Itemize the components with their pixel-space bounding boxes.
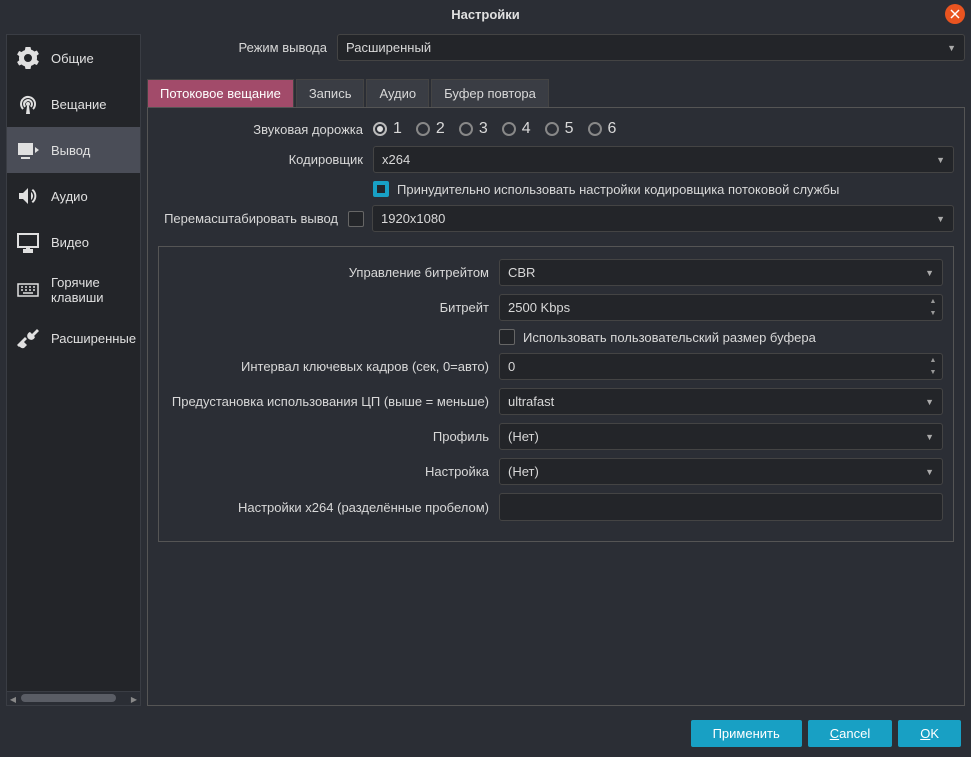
chevron-down-icon: ▼ (925, 397, 934, 407)
cpu-preset-select[interactable]: ultrafast▼ (499, 388, 943, 415)
enforce-encoder-label: Принудительно использовать настройки код… (397, 182, 839, 197)
audio-track-1[interactable]: 1 (373, 120, 402, 138)
tab-replay-buffer[interactable]: Буфер повтора (431, 79, 549, 107)
sidebar-item-label: Аудио (51, 189, 88, 204)
dialog-footer: Применить Cancel OK (0, 712, 971, 757)
tune-select[interactable]: (Нет)▼ (499, 458, 943, 485)
audio-track-label: Звуковая дорожка (158, 122, 373, 137)
rate-control-label: Управление битрейтом (169, 265, 499, 280)
sidebar-item-stream[interactable]: Вещание (7, 81, 140, 127)
sidebar-item-label: Вывод (51, 143, 90, 158)
sidebar-item-output[interactable]: Вывод (7, 127, 140, 173)
sidebar-item-general[interactable]: Общие (7, 35, 140, 81)
audio-track-4[interactable]: 4 (502, 120, 531, 138)
x264opts-label: Настройки x264 (разделённые пробелом) (169, 500, 499, 515)
bitrate-spinner[interactable]: 2500 Kbps ▲▼ (499, 294, 943, 321)
close-button[interactable] (945, 4, 965, 24)
spinner-up-icon[interactable]: ▲ (925, 355, 941, 367)
keyframe-label: Интервал ключевых кадров (сек, 0=авто) (169, 359, 499, 374)
tab-streaming[interactable]: Потоковое вещание (147, 79, 294, 107)
tune-label: Настройка (169, 464, 499, 479)
sidebar-item-advanced[interactable]: Расширенные (7, 315, 140, 361)
chevron-down-icon: ▼ (925, 268, 934, 278)
spinner-down-icon[interactable]: ▼ (925, 367, 941, 379)
keyboard-icon (15, 277, 41, 303)
sidebar: Общие Вещание Вывод Аудио Видео Горячие … (6, 34, 141, 706)
rate-control-select[interactable]: CBR▼ (499, 259, 943, 286)
output-mode-label: Режим вывода (147, 40, 337, 55)
encoder-label: Кодировщик (158, 152, 373, 167)
bitrate-label: Битрейт (169, 300, 499, 315)
sidebar-item-label: Горячие клавиши (51, 275, 132, 305)
audio-track-5[interactable]: 5 (545, 120, 574, 138)
sidebar-item-label: Вещание (51, 97, 107, 112)
encoder-settings-section: Управление битрейтом CBR▼ Битрейт 2500 K… (158, 246, 954, 542)
ok-button[interactable]: OK (898, 720, 961, 747)
sidebar-item-hotkeys[interactable]: Горячие клавиши (7, 265, 140, 315)
sidebar-item-label: Видео (51, 235, 89, 250)
tab-recording[interactable]: Запись (296, 79, 365, 107)
sidebar-item-audio[interactable]: Аудио (7, 173, 140, 219)
scrollbar-thumb[interactable] (21, 694, 116, 702)
sidebar-scrollbar[interactable]: ◀ ▶ (7, 691, 140, 705)
scroll-right-icon[interactable]: ▶ (128, 692, 140, 706)
monitor-icon (15, 229, 41, 255)
output-mode-select[interactable]: Расширенный▼ (337, 34, 965, 61)
titlebar: Настройки (0, 0, 971, 28)
rescale-checkbox[interactable] (348, 211, 364, 227)
content-pane: Режим вывода Расширенный▼ Потоковое веща… (147, 34, 965, 706)
chevron-down-icon: ▼ (936, 155, 945, 165)
speaker-icon (15, 183, 41, 209)
spinner-down-icon[interactable]: ▼ (925, 308, 941, 320)
profile-select[interactable]: (Нет)▼ (499, 423, 943, 450)
audio-track-radio-group: 1 2 3 4 5 6 (373, 120, 616, 138)
chevron-down-icon: ▼ (947, 43, 956, 53)
audio-track-3[interactable]: 3 (459, 120, 488, 138)
enforce-encoder-checkbox[interactable] (373, 181, 389, 197)
rescale-select[interactable]: 1920x1080▼ (372, 205, 954, 232)
chevron-down-icon: ▼ (925, 467, 934, 477)
main-area: Общие Вещание Вывод Аудио Видео Горячие … (0, 28, 971, 712)
x264opts-input[interactable] (499, 493, 943, 521)
profile-label: Профиль (169, 429, 499, 444)
cpu-preset-label: Предустановка использования ЦП (выше = м… (169, 394, 499, 409)
spinner-up-icon[interactable]: ▲ (925, 296, 941, 308)
sidebar-item-label: Общие (51, 51, 94, 66)
audio-track-6[interactable]: 6 (588, 120, 617, 138)
cancel-button[interactable]: Cancel (808, 720, 892, 747)
keyframe-spinner[interactable]: 0 ▲▼ (499, 353, 943, 380)
sidebar-item-label: Расширенные (51, 331, 136, 346)
output-icon (15, 137, 41, 163)
antenna-icon (15, 91, 41, 117)
close-icon (950, 9, 960, 19)
sidebar-item-video[interactable]: Видео (7, 219, 140, 265)
rescale-label: Перемасштабировать вывод (158, 211, 348, 226)
output-tabs: Потоковое вещание Запись Аудио Буфер пов… (147, 79, 965, 107)
encoder-select[interactable]: x264▼ (373, 146, 954, 173)
tab-audio[interactable]: Аудио (366, 79, 429, 107)
custom-buffer-checkbox[interactable] (499, 329, 515, 345)
scroll-left-icon[interactable]: ◀ (7, 692, 19, 706)
gear-icon (15, 45, 41, 71)
custom-buffer-label: Использовать пользовательский размер буф… (523, 330, 816, 345)
tools-icon (15, 325, 41, 351)
audio-track-2[interactable]: 2 (416, 120, 445, 138)
streaming-panel: Звуковая дорожка 1 2 3 4 5 6 Кодировщик … (147, 107, 965, 706)
window-title: Настройки (451, 7, 520, 22)
chevron-down-icon: ▼ (925, 432, 934, 442)
chevron-down-icon: ▼ (936, 214, 945, 224)
apply-button[interactable]: Применить (691, 720, 802, 747)
